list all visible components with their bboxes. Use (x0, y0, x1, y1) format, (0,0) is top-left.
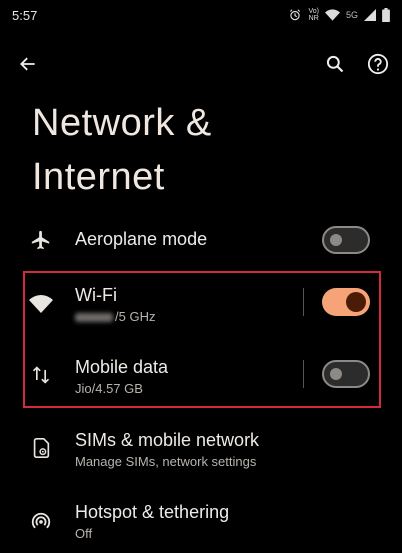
help-icon (367, 53, 389, 80)
wifi-toggle[interactable] (322, 288, 370, 316)
back-button[interactable] (14, 52, 42, 80)
wifi-label: Wi-Fi (75, 285, 117, 305)
airplane-icon (28, 227, 54, 253)
status-bar: 5:57 Vo) NR 5G (0, 0, 402, 30)
toolbar (0, 44, 402, 86)
hotspot-row[interactable]: Hotspot & tethering Off (0, 494, 402, 550)
arrow-back-icon (18, 54, 38, 79)
search-icon (325, 54, 345, 79)
aeroplane-mode-toggle[interactable] (322, 226, 370, 254)
page-title: Network & Internet (32, 96, 372, 204)
alarm-icon (288, 8, 302, 22)
mobile-data-label: Mobile data (75, 357, 169, 377)
status-time: 5:57 (12, 7, 38, 23)
search-button[interactable] (321, 52, 349, 80)
mobile-data-row[interactable]: Mobile data Jio/4.57 GB (0, 346, 402, 402)
mobile-data-subtitle: Jio/4.57 GB (75, 381, 143, 396)
wifi-network-name-blurred (75, 313, 113, 323)
hotspot-icon (28, 508, 54, 534)
page-title-line1: Network & (32, 102, 212, 144)
aeroplane-mode-label: Aeroplane mode (75, 229, 208, 249)
wifi-subtitle: /5 GHz (75, 309, 155, 324)
help-button[interactable] (364, 52, 392, 80)
network-type-label: 5G (345, 10, 358, 20)
sim-settings-icon (28, 435, 54, 461)
wifi-status-icon (324, 9, 340, 21)
signal-icon (364, 9, 376, 21)
sims-label: SIMs & mobile network (75, 430, 260, 450)
battery-icon (382, 8, 390, 22)
hotspot-label: Hotspot & tethering (75, 502, 230, 522)
aeroplane-mode-row[interactable]: Aeroplane mode (0, 217, 402, 263)
wifi-row[interactable]: Wi-Fi /5 GHz (0, 278, 402, 338)
status-icons: Vo) NR 5G (288, 8, 390, 22)
swap-vertical-icon (28, 362, 54, 388)
sims-row[interactable]: SIMs & mobile network Manage SIMs, netwo… (0, 422, 402, 478)
wifi-divider (303, 288, 304, 316)
hotspot-subtitle: Off (75, 526, 93, 541)
mobile-data-divider (303, 360, 304, 388)
page-title-line2: Internet (32, 156, 165, 198)
volte-indicator: Vo) NR (308, 8, 319, 22)
wifi-icon (28, 291, 54, 317)
sims-subtitle: Manage SIMs, network settings (75, 454, 257, 469)
mobile-data-toggle[interactable] (322, 360, 370, 388)
